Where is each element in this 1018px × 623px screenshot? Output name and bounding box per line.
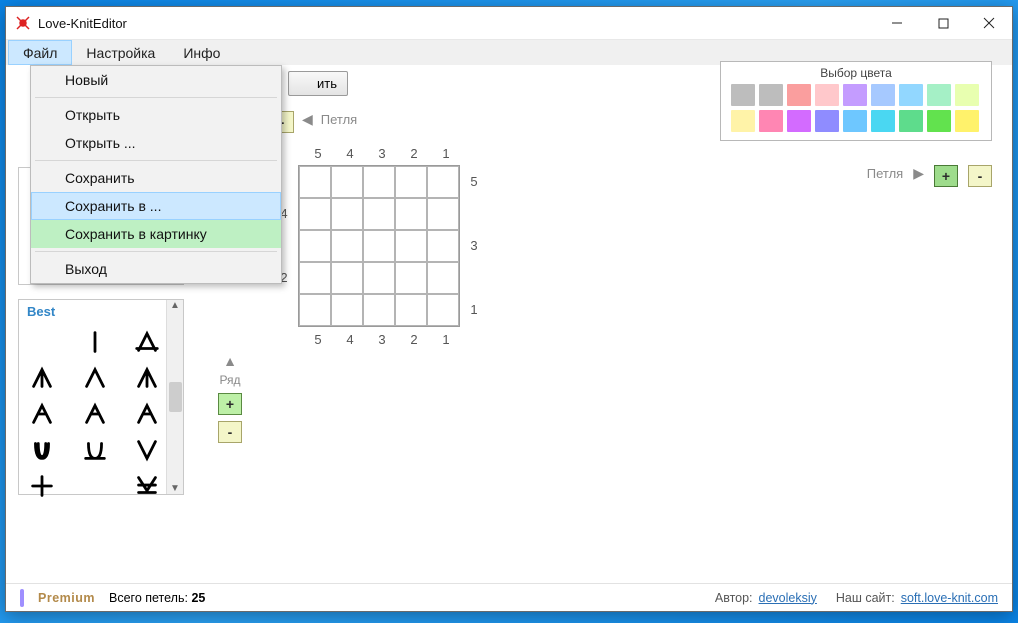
color-picker: Выбор цвета bbox=[720, 61, 992, 141]
toolbar-button-partial[interactable]: ить bbox=[288, 71, 348, 96]
app-title: Love-KnitEditor bbox=[38, 16, 127, 31]
color-swatch[interactable] bbox=[815, 84, 839, 106]
app-window: Love-KnitEditor Файл Настройка Инфо bbox=[5, 6, 1013, 612]
color-swatch[interactable] bbox=[731, 110, 755, 132]
symbol[interactable] bbox=[27, 363, 57, 393]
stitch-left-arrow[interactable]: ◀ bbox=[302, 111, 313, 128]
color-swatch[interactable] bbox=[815, 110, 839, 132]
symbol[interactable] bbox=[27, 471, 57, 501]
stitch-label-right: Петля bbox=[867, 166, 903, 181]
color-swatch[interactable] bbox=[787, 110, 811, 132]
color-swatch[interactable] bbox=[871, 84, 895, 106]
row-plus-bottom[interactable]: + bbox=[218, 393, 242, 415]
symbol[interactable] bbox=[132, 399, 162, 429]
row-minus-bottom[interactable]: - bbox=[218, 421, 242, 443]
menu-item[interactable]: Сохранить в ... bbox=[31, 192, 281, 220]
menu-file[interactable]: Файл bbox=[8, 40, 72, 65]
symbol[interactable] bbox=[80, 327, 110, 357]
symbol[interactable] bbox=[132, 471, 162, 501]
col-num: 1 bbox=[430, 327, 462, 351]
panel-title: Best bbox=[19, 300, 183, 321]
row-label-bottom: Ряд bbox=[219, 373, 240, 387]
color-swatch[interactable] bbox=[843, 84, 867, 106]
menu-separator bbox=[35, 251, 277, 252]
file-menu-dropdown: НовыйОткрытьОткрыть ...СохранитьСохранит… bbox=[30, 65, 282, 284]
color-swatch[interactable] bbox=[899, 84, 923, 106]
minimize-button[interactable] bbox=[874, 7, 920, 39]
total-stitches: Всего петель: 25 bbox=[109, 591, 205, 605]
col-num: 3 bbox=[366, 327, 398, 351]
col-num: 4 bbox=[334, 327, 366, 351]
symbol[interactable] bbox=[27, 399, 57, 429]
symbol[interactable] bbox=[80, 471, 110, 501]
statusbar: Premium Всего петель: 25 Автор: devoleks… bbox=[6, 583, 1012, 611]
symbol[interactable] bbox=[27, 435, 57, 465]
row-num bbox=[270, 293, 298, 325]
stitch-plus-right[interactable]: + bbox=[934, 165, 958, 187]
pattern-grid[interactable] bbox=[298, 165, 460, 327]
menu-item[interactable]: Открыть ... bbox=[31, 129, 281, 157]
menu-item[interactable]: Сохранить bbox=[31, 164, 281, 192]
menu-item[interactable]: Сохранить в картинку bbox=[31, 220, 281, 248]
site-link[interactable]: soft.love-knit.com bbox=[901, 591, 998, 605]
author-link[interactable]: devoleksiy bbox=[759, 591, 817, 605]
menu-item[interactable]: Выход bbox=[31, 255, 281, 283]
symbol[interactable] bbox=[80, 399, 110, 429]
color-swatch[interactable] bbox=[899, 110, 923, 132]
col-num: 5 bbox=[302, 141, 334, 165]
premium-indicator bbox=[20, 589, 24, 607]
symbol[interactable] bbox=[132, 327, 162, 357]
symbol[interactable] bbox=[27, 327, 57, 357]
maximize-button[interactable] bbox=[920, 7, 966, 39]
close-button[interactable] bbox=[966, 7, 1012, 39]
col-num: 4 bbox=[334, 141, 366, 165]
stitch-label-left: Петля bbox=[321, 112, 357, 127]
menu-separator bbox=[35, 160, 277, 161]
row-num bbox=[460, 261, 488, 293]
color-swatch[interactable] bbox=[927, 110, 951, 132]
scrollbar[interactable]: ▲▼ bbox=[166, 300, 183, 494]
titlebar: Love-KnitEditor bbox=[6, 7, 1012, 39]
menu-item[interactable]: Открыть bbox=[31, 101, 281, 129]
site-label: Наш сайт: bbox=[836, 591, 895, 605]
premium-label: Premium bbox=[38, 591, 95, 605]
color-swatch[interactable] bbox=[759, 84, 783, 106]
col-num: 5 bbox=[302, 327, 334, 351]
row-num: 5 bbox=[460, 165, 488, 197]
color-swatch[interactable] bbox=[955, 110, 979, 132]
row-num bbox=[460, 197, 488, 229]
pattern-grid-wrap: 5 4 3 2 1 4 2 bbox=[270, 141, 488, 351]
row-num: 1 bbox=[460, 293, 488, 325]
color-swatch[interactable] bbox=[731, 84, 755, 106]
color-swatch[interactable] bbox=[871, 110, 895, 132]
menu-info[interactable]: Инфо bbox=[169, 40, 234, 65]
symbol[interactable] bbox=[132, 435, 162, 465]
col-num: 2 bbox=[398, 141, 430, 165]
symbol[interactable] bbox=[80, 363, 110, 393]
stitch-right-arrow[interactable]: ▶ bbox=[913, 165, 924, 182]
row-num: 3 bbox=[460, 229, 488, 261]
author-label: Автор: bbox=[715, 591, 753, 605]
color-swatch[interactable] bbox=[927, 84, 951, 106]
color-swatch[interactable] bbox=[843, 110, 867, 132]
menu-item[interactable]: Новый bbox=[31, 66, 281, 94]
symbol[interactable] bbox=[132, 363, 162, 393]
row-up-arrow[interactable]: ▲ bbox=[223, 353, 237, 369]
menu-separator bbox=[35, 97, 277, 98]
col-num: 1 bbox=[430, 141, 462, 165]
col-num: 2 bbox=[398, 327, 430, 351]
color-picker-title: Выбор цвета bbox=[727, 66, 985, 80]
color-swatch[interactable] bbox=[759, 110, 783, 132]
symbol[interactable] bbox=[80, 435, 110, 465]
col-num: 3 bbox=[366, 141, 398, 165]
menu-settings[interactable]: Настройка bbox=[72, 40, 169, 65]
color-swatch[interactable] bbox=[787, 84, 811, 106]
color-swatch[interactable] bbox=[955, 84, 979, 106]
stitch-minus-right[interactable]: - bbox=[968, 165, 992, 187]
symbol-panel-best: Best bbox=[18, 299, 184, 495]
app-icon bbox=[14, 14, 32, 32]
